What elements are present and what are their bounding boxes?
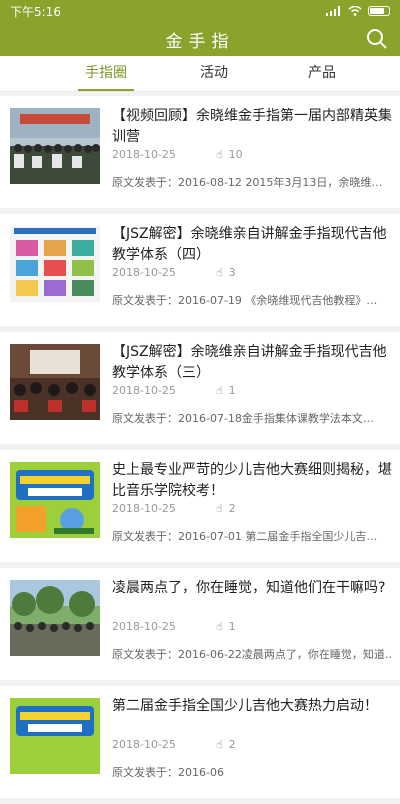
- article-title: 凌晨两点了，你在睡觉，知道他们在干嘛吗?: [112, 580, 386, 596]
- article-thumbnail: [10, 698, 100, 774]
- article-date: 2018-10-25: [112, 738, 176, 751]
- list-item[interactable]: 史上最专业严苛的少儿吉他大赛细则揭秘，堪比音乐学院校考！ 2018-10-25 …: [0, 450, 400, 562]
- article-title: 史上最专业严苛的少儿吉他大赛细则揭秘，堪比音乐学院校考！: [112, 462, 392, 499]
- article-meta: 2018-10-25 ☝ 1: [112, 384, 236, 397]
- article-thumbnail: [10, 462, 100, 538]
- article-excerpt: 原文发表于：2016-07-01 第二届金手指全国少儿吉…: [112, 530, 378, 543]
- tab-activities[interactable]: 活动: [160, 56, 268, 91]
- article-date: 2018-10-25: [112, 148, 176, 161]
- list-item[interactable]: 第二届金手指全国少儿吉他大赛热力启动！ 2018-10-25 ☝ 2 原文发表于…: [0, 686, 400, 798]
- article-meta: 2018-10-25 ☝ 10: [112, 148, 243, 161]
- article-thumbnail: [10, 344, 100, 420]
- article-date: 2018-10-25: [112, 502, 176, 515]
- hand-pointer-icon: ☝: [215, 148, 223, 161]
- article-meta: 2018-10-25 ☝ 2: [112, 738, 236, 751]
- status-time: 下午5:16: [10, 4, 61, 19]
- page-title: 金手指: [165, 31, 235, 52]
- battery-icon: [368, 6, 390, 16]
- article-views: 3: [228, 266, 236, 279]
- status-bar: 下午5:16: [0, 0, 400, 22]
- article-thumbnail: [10, 108, 100, 184]
- list-item[interactable]: 凌晨两点了，你在睡觉，知道他们在干嘛吗? 2018-10-25 ☝ 1 原文发表…: [0, 568, 400, 680]
- tab-finger-circle[interactable]: 手指圈: [52, 56, 160, 91]
- list-item[interactable]: 【视频回顾】余晓维金手指第一届内部精英集训营 2018-10-25 ☝ 10 原…: [0, 96, 400, 208]
- article-thumbnail: [10, 580, 100, 656]
- article-date: 2018-10-25: [112, 266, 176, 279]
- wifi-icon: [348, 6, 362, 16]
- hand-pointer-icon: ☝: [215, 620, 223, 633]
- article-meta: 2018-10-25 ☝ 1: [112, 620, 236, 633]
- article-title: 第二届金手指全国少儿吉他大赛热力启动！: [112, 698, 378, 714]
- article-title: 【JSZ解密】余晓维亲自讲解金手指现代吉他教学体系（四）: [112, 226, 387, 263]
- article-views: 2: [228, 738, 236, 751]
- tab-products[interactable]: 产品: [268, 56, 376, 91]
- article-views: 2: [228, 502, 236, 515]
- article-list: 【视频回顾】余晓维金手指第一届内部精英集训营 2018-10-25 ☝ 10 原…: [0, 96, 400, 804]
- hand-pointer-icon: ☝: [215, 384, 223, 397]
- article-excerpt: 原文发表于：2016-08-12 2015年3月13日，余晓维…: [112, 176, 383, 189]
- article-views: 10: [228, 148, 243, 161]
- article-excerpt: 原文发表于：2016-07-18金手指集体课教学法本文…: [112, 412, 374, 425]
- list-item[interactable]: 【JSZ解密】余晓维亲自讲解金手指现代吉他教学体系（四） 2018-10-25 …: [0, 214, 400, 326]
- list-item[interactable]: 【JSZ解密】余晓维亲自讲解金手指现代吉他教学体系（三） 2018-10-25 …: [0, 332, 400, 444]
- hand-pointer-icon: ☝: [215, 738, 223, 751]
- tab-bar: 手指圈 活动 产品: [0, 56, 400, 92]
- article-thumbnail: [10, 226, 100, 302]
- app-bar: 金手指: [0, 22, 400, 56]
- search-icon[interactable]: [366, 28, 388, 50]
- hand-pointer-icon: ☝: [215, 502, 223, 515]
- article-title: 【视频回顾】余晓维金手指第一届内部精英集训营: [112, 108, 392, 145]
- article-meta: 2018-10-25 ☝ 3: [112, 266, 236, 279]
- signal-icon: [326, 6, 340, 16]
- article-excerpt: 原文发表于：2016-07-19 《余晓维现代吉他教程》…: [112, 294, 378, 307]
- article-views: 1: [228, 384, 236, 397]
- article-views: 1: [228, 620, 236, 633]
- article-date: 2018-10-25: [112, 620, 176, 633]
- hand-pointer-icon: ☝: [215, 266, 223, 279]
- article-meta: 2018-10-25 ☝ 2: [112, 502, 236, 515]
- article-date: 2018-10-25: [112, 384, 176, 397]
- article-excerpt: 原文发表于：2016-06: [112, 766, 224, 779]
- article-title: 【JSZ解密】余晓维亲自讲解金手指现代吉他教学体系（三）: [112, 344, 387, 381]
